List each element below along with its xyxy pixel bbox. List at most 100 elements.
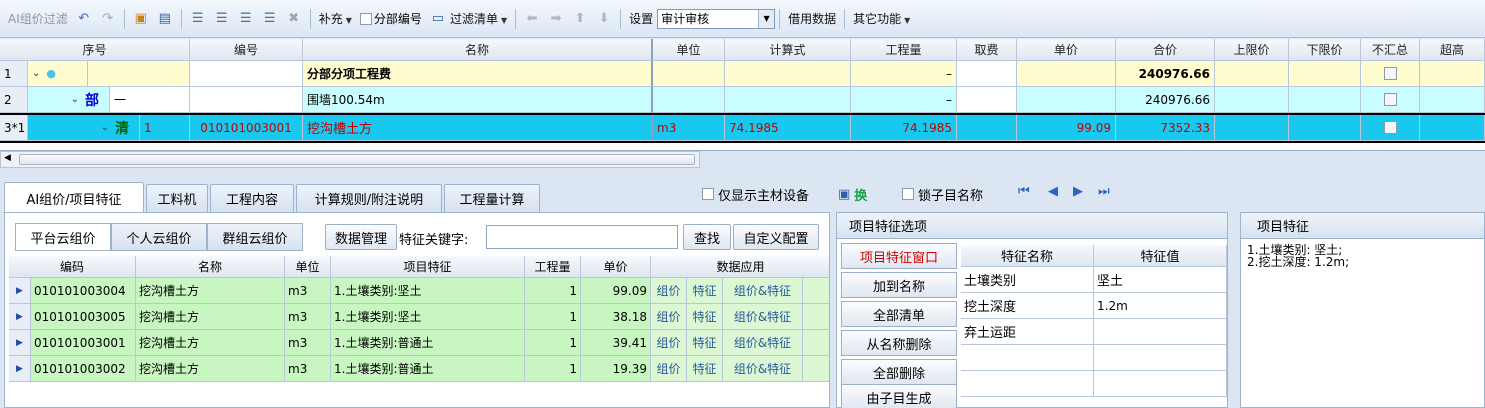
next-record-icon[interactable]: ▶ <box>1073 184 1083 199</box>
unit-cell[interactable]: m3 <box>285 330 331 356</box>
col-qty[interactable]: 工程量 <box>851 39 957 61</box>
name-cell[interactable]: 挖沟槽土方 <box>136 278 285 304</box>
indent-right-icon[interactable]: ☰ <box>213 10 231 28</box>
all-bills-button[interactable]: 全部清单 <box>841 301 957 327</box>
feature-row[interactable]: 弃土运距 <box>961 319 1227 345</box>
name-cell[interactable]: 围墙100.54m <box>303 87 653 113</box>
tree-node[interactable]: ⌄ ● <box>28 61 88 87</box>
apply-both-button[interactable]: 组价&特征 <box>723 304 803 330</box>
tree-node[interactable]: ⌄ 清 <box>28 115 140 141</box>
data-manage-button[interactable]: 数据管理 <box>325 224 397 250</box>
new-item-icon[interactable]: ▣ <box>132 10 150 28</box>
lower-cell[interactable] <box>1289 87 1361 113</box>
col-name[interactable]: 名称 <box>136 256 285 278</box>
col-no-summary[interactable]: 不汇总 <box>1361 39 1420 61</box>
feature-line[interactable]: 2.挖土深度: 1.2m; <box>1247 256 1349 268</box>
superheight-cell[interactable] <box>1420 115 1485 141</box>
price-cell[interactable]: 19.39 <box>581 356 651 382</box>
feature-name-cell[interactable]: 土壤类别 <box>961 267 1094 293</box>
feature-row[interactable]: 土壤类别 坚土 <box>961 267 1227 293</box>
subtab-personal[interactable]: 个人云组价 <box>111 223 207 251</box>
code-cell[interactable] <box>190 87 303 113</box>
name-cell[interactable]: 分部分项工程费 <box>303 61 653 87</box>
col-price[interactable]: 单价 <box>581 256 651 278</box>
superheight-cell[interactable] <box>1420 87 1485 113</box>
name-cell[interactable]: 挖沟槽土方 <box>136 304 285 330</box>
feature-name-cell[interactable]: 挖土深度 <box>961 293 1094 319</box>
unit-cell[interactable] <box>653 61 725 87</box>
price-cell[interactable]: 39.41 <box>581 330 651 356</box>
no-summary-checkbox[interactable] <box>1383 67 1397 80</box>
col-code[interactable]: 编码 <box>9 256 136 278</box>
delete-all-button[interactable]: 全部删除 <box>841 359 957 385</box>
table-row[interactable]: 1 ⌄ ● 分部分项工程费 – 240976.66 <box>0 61 1485 87</box>
qty-cell[interactable]: – <box>851 87 957 113</box>
arrow-left-icon[interactable]: ⬅ <box>523 10 541 28</box>
col-total[interactable]: 合价 <box>1116 39 1215 61</box>
arrow-right-icon[interactable]: ➡ <box>547 10 565 28</box>
formula-cell[interactable] <box>725 87 851 113</box>
price-cell[interactable]: 38.18 <box>581 304 651 330</box>
subtab-platform[interactable]: 平台云组价 <box>15 223 111 251</box>
name-cell[interactable]: 挖沟槽土方 <box>136 356 285 382</box>
formula-cell[interactable] <box>725 61 851 87</box>
list-item[interactable]: ▶ 010101003004 挖沟槽土方 m3 1.土壤类别:坚土 1 99.09 组价 特征组… <box>9 278 829 304</box>
sub-code-checkbox[interactable]: 分部编号 <box>356 10 426 27</box>
apply-price-button[interactable]: 组价 <box>651 330 687 356</box>
feature-row-empty[interactable] <box>961 345 1227 371</box>
qty-cell[interactable]: 1 <box>525 330 581 356</box>
chevron-down-icon[interactable]: ▼ <box>758 9 775 28</box>
code-cell[interactable]: 010101003004 <box>31 278 136 304</box>
feature-name-cell[interactable] <box>961 345 1094 371</box>
apply-price-button[interactable]: 组价 <box>651 278 687 304</box>
feature-window-button[interactable]: 项目特征窗口 <box>841 243 957 269</box>
feature-row-empty[interactable] <box>961 371 1227 397</box>
add-to-name-button[interactable]: 加到名称 <box>841 272 957 298</box>
list-item[interactable]: ▶ 010101003001 挖沟槽土方 m3 1.土壤类别:普通土 1 39.41 组价 特征… <box>9 330 829 356</box>
qty-cell[interactable]: 1 <box>525 304 581 330</box>
search-button[interactable]: 查找 <box>683 224 731 250</box>
upper-cell[interactable] <box>1215 61 1289 87</box>
row-expand-icon[interactable]: ▶ <box>9 278 31 304</box>
feature-value-cell[interactable] <box>1094 319 1227 345</box>
feature-value-cell[interactable]: 1.2m <box>1094 293 1227 319</box>
apply-price-button[interactable]: 组价 <box>651 356 687 382</box>
unit-cell[interactable]: m3 <box>653 115 725 141</box>
col-unit-price[interactable]: 单价 <box>1017 39 1116 61</box>
code-cell[interactable]: 010101003002 <box>31 356 136 382</box>
save-icon[interactable]: ▤ <box>156 10 174 28</box>
other-functions-dropdown[interactable]: 其它功能 ▼ <box>849 10 914 27</box>
keyword-input[interactable] <box>486 225 678 249</box>
apply-price-button[interactable]: 组价 <box>651 304 687 330</box>
filter-list-icon[interactable]: ▭ <box>429 10 447 28</box>
audit-select[interactable]: 审计审核 ▼ <box>657 8 776 29</box>
indent-left-icon[interactable]: ☰ <box>189 10 207 28</box>
tree-node[interactable]: ⌄ 部 <box>28 87 110 113</box>
custom-config-button[interactable]: 自定义配置 <box>733 224 819 250</box>
scroll-left-icon[interactable]: ◀ <box>4 153 11 163</box>
feature-row[interactable]: 挖土深度 1.2m <box>961 293 1227 319</box>
settings-button[interactable]: 设置 <box>625 10 657 27</box>
no-summary-cell[interactable] <box>1361 115 1420 141</box>
no-summary-cell[interactable] <box>1361 87 1420 113</box>
unit-cell[interactable]: m3 <box>285 278 331 304</box>
col-unit[interactable]: 单位 <box>653 39 725 61</box>
horizontal-scrollbar[interactable]: ◀ <box>0 151 700 168</box>
lower-cell[interactable] <box>1289 61 1361 87</box>
feature-value-cell[interactable] <box>1094 371 1227 397</box>
row-expand-icon[interactable]: ▶ <box>9 304 31 330</box>
apply-feature-button[interactable]: 特征 <box>687 304 723 330</box>
col-superheight[interactable]: 超高 <box>1420 39 1485 61</box>
row-expand-icon[interactable]: ▶ <box>9 330 31 356</box>
undo-icon[interactable]: ↶ <box>75 10 93 28</box>
lock-name-checkbox[interactable]: 锁子目名称 <box>902 184 983 204</box>
generate-from-sub-button[interactable]: 由子目生成 <box>841 384 957 408</box>
delete-icon[interactable]: ✖ <box>285 10 303 28</box>
list-item[interactable]: ▶ 010101003002 挖沟槽土方 m3 1.土壤类别:普通土 1 19.39 组价 特征… <box>9 356 829 382</box>
upper-cell[interactable] <box>1215 115 1289 141</box>
name-cell[interactable]: 挖沟槽土方 <box>136 330 285 356</box>
code-cell[interactable] <box>190 61 303 87</box>
table-row-selected[interactable]: 3*1 ⌄ 清 1 010101003001 挖沟槽土方 m3 74.1985 7… <box>0 113 1485 143</box>
price-cell[interactable]: 99.09 <box>581 278 651 304</box>
chevron-down-icon[interactable]: ⌄ <box>71 94 79 105</box>
